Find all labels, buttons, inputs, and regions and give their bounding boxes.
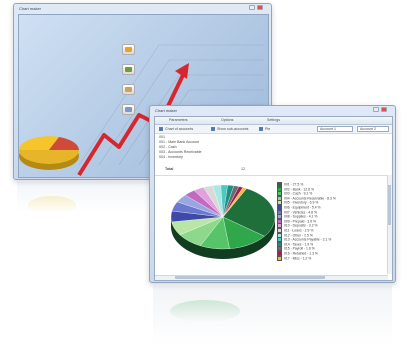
checkbox[interactable] [211, 127, 215, 132]
wallet-icon [125, 67, 132, 72]
checkbox[interactable] [159, 127, 163, 132]
back-window-titlebar: Chart maker [14, 4, 271, 13]
total-value: 12 [241, 167, 245, 171]
legend-item: 016 - Retained - 1.3 % [277, 251, 318, 256]
pie-reflection [28, 196, 76, 214]
menu-button-2[interactable] [122, 64, 135, 75]
scrollbar-thumb[interactable] [175, 276, 325, 279]
client-area: Parameters Options Settings Chart of acc… [154, 116, 393, 281]
splash-pie [19, 136, 79, 170]
legend-item: 010 - Deposits - 3.2 % [277, 223, 318, 229]
legend-item: 008 - Supplies - 4.1 % [277, 214, 317, 220]
vertical-scrollbar[interactable] [387, 175, 392, 274]
front-window: Chart maker Parameters Options Settings … [149, 105, 396, 283]
legend-item: 009 - Prepaid - 3.6 % [277, 218, 316, 224]
minimize-button[interactable] [249, 5, 255, 10]
document-icon [125, 87, 132, 92]
menu-button-1[interactable] [122, 44, 135, 55]
tab-options[interactable]: Options [221, 118, 233, 122]
account-list: 001 001 - Main Bank Account 002 - Cash 0… [159, 135, 249, 159]
front-window-titlebar: Chart maker [150, 106, 395, 115]
legend-item: 012 - Other - 2.5 % [277, 232, 313, 238]
horizontal-scrollbar[interactable] [155, 275, 388, 280]
divider [155, 175, 392, 176]
legend-item: 017 - Misc - 1.2 % [277, 255, 312, 261]
menu-button-4[interactable] [122, 104, 135, 115]
legend-item: 001 - 27.5 % [277, 182, 303, 187]
chart-reflection [170, 300, 240, 322]
tab-settings[interactable]: Settings [267, 118, 280, 122]
legend-label: 017 - Misc - 1.2 % [284, 255, 312, 260]
option-pie[interactable]: Pie [259, 127, 270, 132]
pie-chart [170, 184, 276, 259]
legend-swatch [277, 255, 282, 261]
list-item[interactable]: 004 - Inventory [159, 155, 183, 159]
toolbar: Chart of accounts Show sub-accounts Pie … [155, 125, 392, 134]
legend-item: 011 - Loans - 2.9 % [277, 228, 313, 233]
legend-item: 013 - Accounts Payable - 2.1 % [277, 237, 331, 243]
option-chart-of-accounts[interactable]: Chart of accounts [159, 127, 193, 132]
list-item[interactable]: 002 - Cash [159, 145, 177, 149]
account-select-1[interactable]: Account 1 [317, 126, 353, 132]
legend-item: 014 - Taxes - 1.9 % [277, 241, 313, 247]
list-item[interactable]: 001 [159, 135, 165, 139]
legend-item: 007 - Vehicles - 4.8 % [277, 209, 317, 215]
legend-item: 015 - Payroll - 1.6 % [277, 246, 315, 252]
close-button[interactable] [381, 107, 387, 112]
minimize-button[interactable] [373, 107, 379, 112]
total-label: Total [165, 167, 174, 171]
account-select-2[interactable]: Account 2 [357, 126, 389, 132]
menu-button-3[interactable] [122, 84, 135, 95]
checkbox[interactable] [259, 127, 263, 132]
tab-strip: Parameters Options Settings [155, 117, 392, 125]
legend-item: 004 - Accounts Receivable - 8.3 % [277, 195, 336, 201]
tab-parameters[interactable]: Parameters [169, 118, 188, 122]
close-button[interactable] [257, 5, 263, 10]
coins-icon [125, 47, 132, 52]
front-window-title: Chart maker [155, 108, 178, 113]
chart-legend: 001 - 27.5 % 002 - Bank - 12.6 % 003 - Cas… [277, 182, 387, 270]
back-window-title: Chart maker [19, 6, 42, 11]
legend-item: 006 - Equipment - 5.4 % [277, 205, 321, 210]
legend-item: 003 - Cash - 9.1 % [277, 191, 312, 197]
option-sub-accounts[interactable]: Show sub-accounts [211, 127, 248, 132]
scrollbar-thumb[interactable] [388, 185, 391, 225]
legend-item: 002 - Bank - 12.6 % [277, 186, 314, 192]
list-item[interactable]: 003 - Accounts Receivable [159, 150, 202, 154]
list-item[interactable]: 001 - Main Bank Account [159, 140, 199, 144]
legend-item: 005 - Inventory - 6.9 % [277, 200, 318, 206]
report-icon [125, 107, 132, 112]
